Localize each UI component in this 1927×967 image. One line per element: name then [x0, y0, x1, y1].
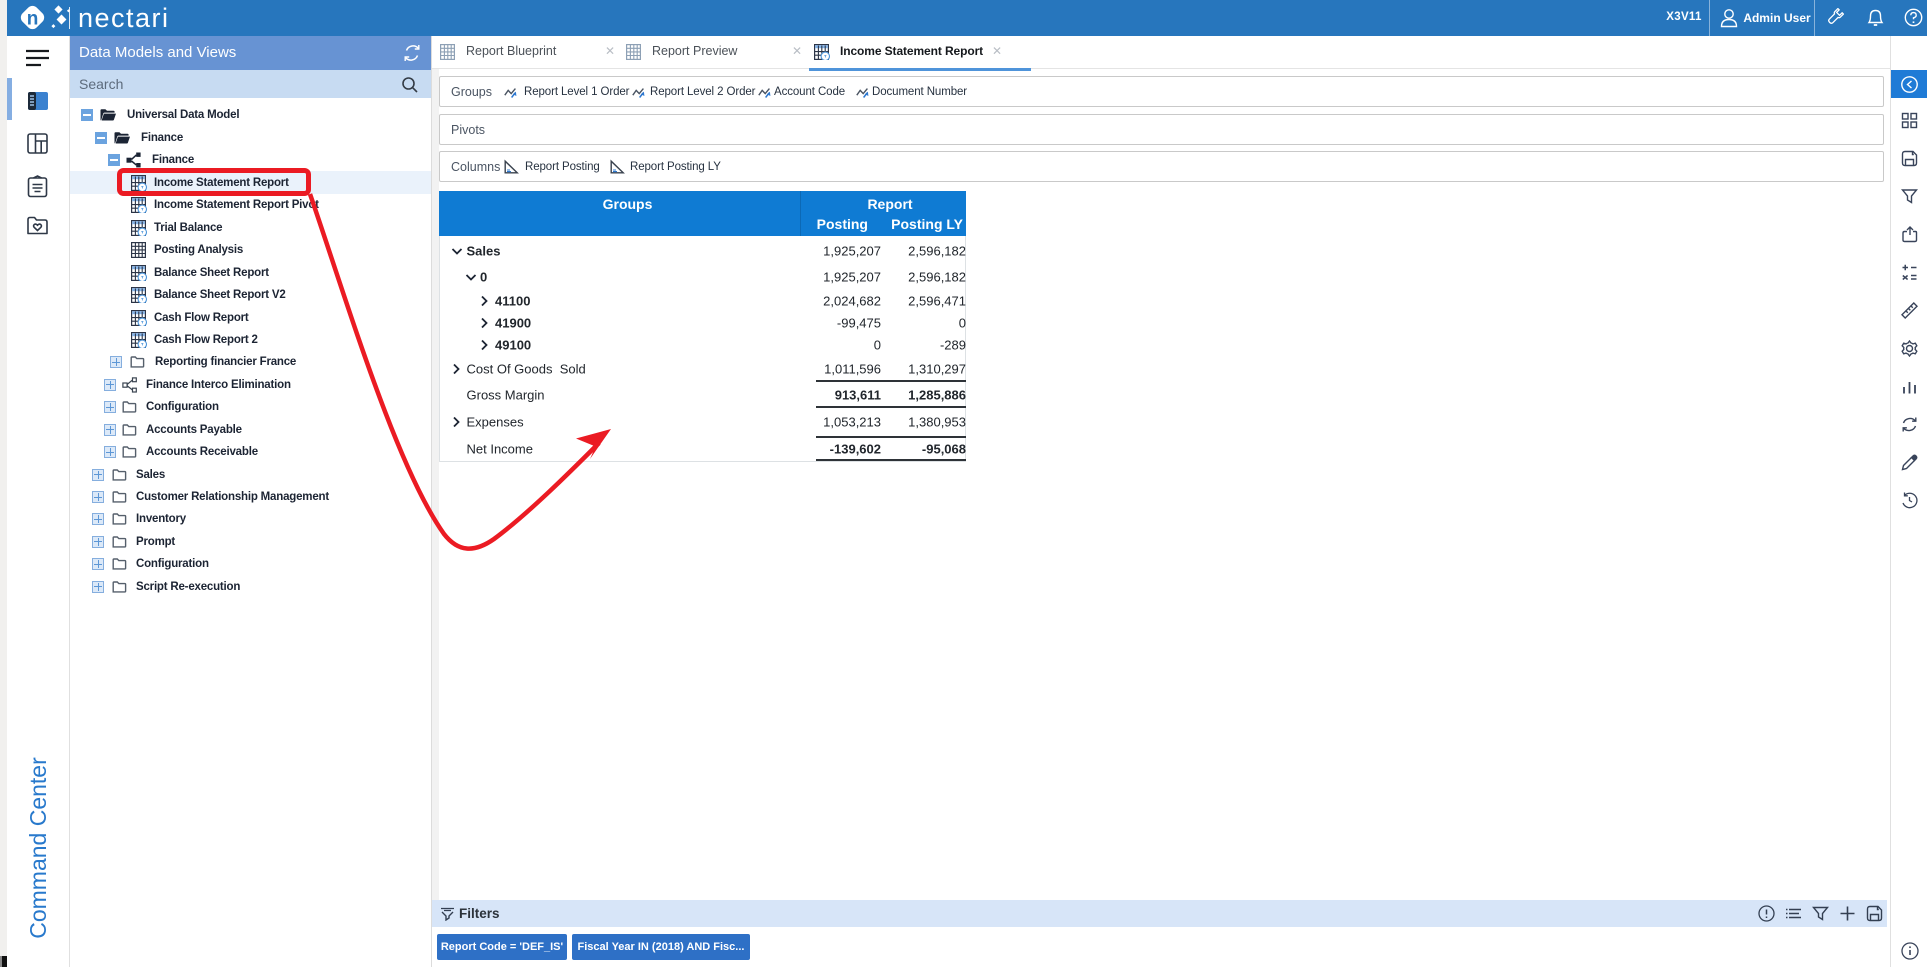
- svg-text:n: n: [27, 9, 39, 30]
